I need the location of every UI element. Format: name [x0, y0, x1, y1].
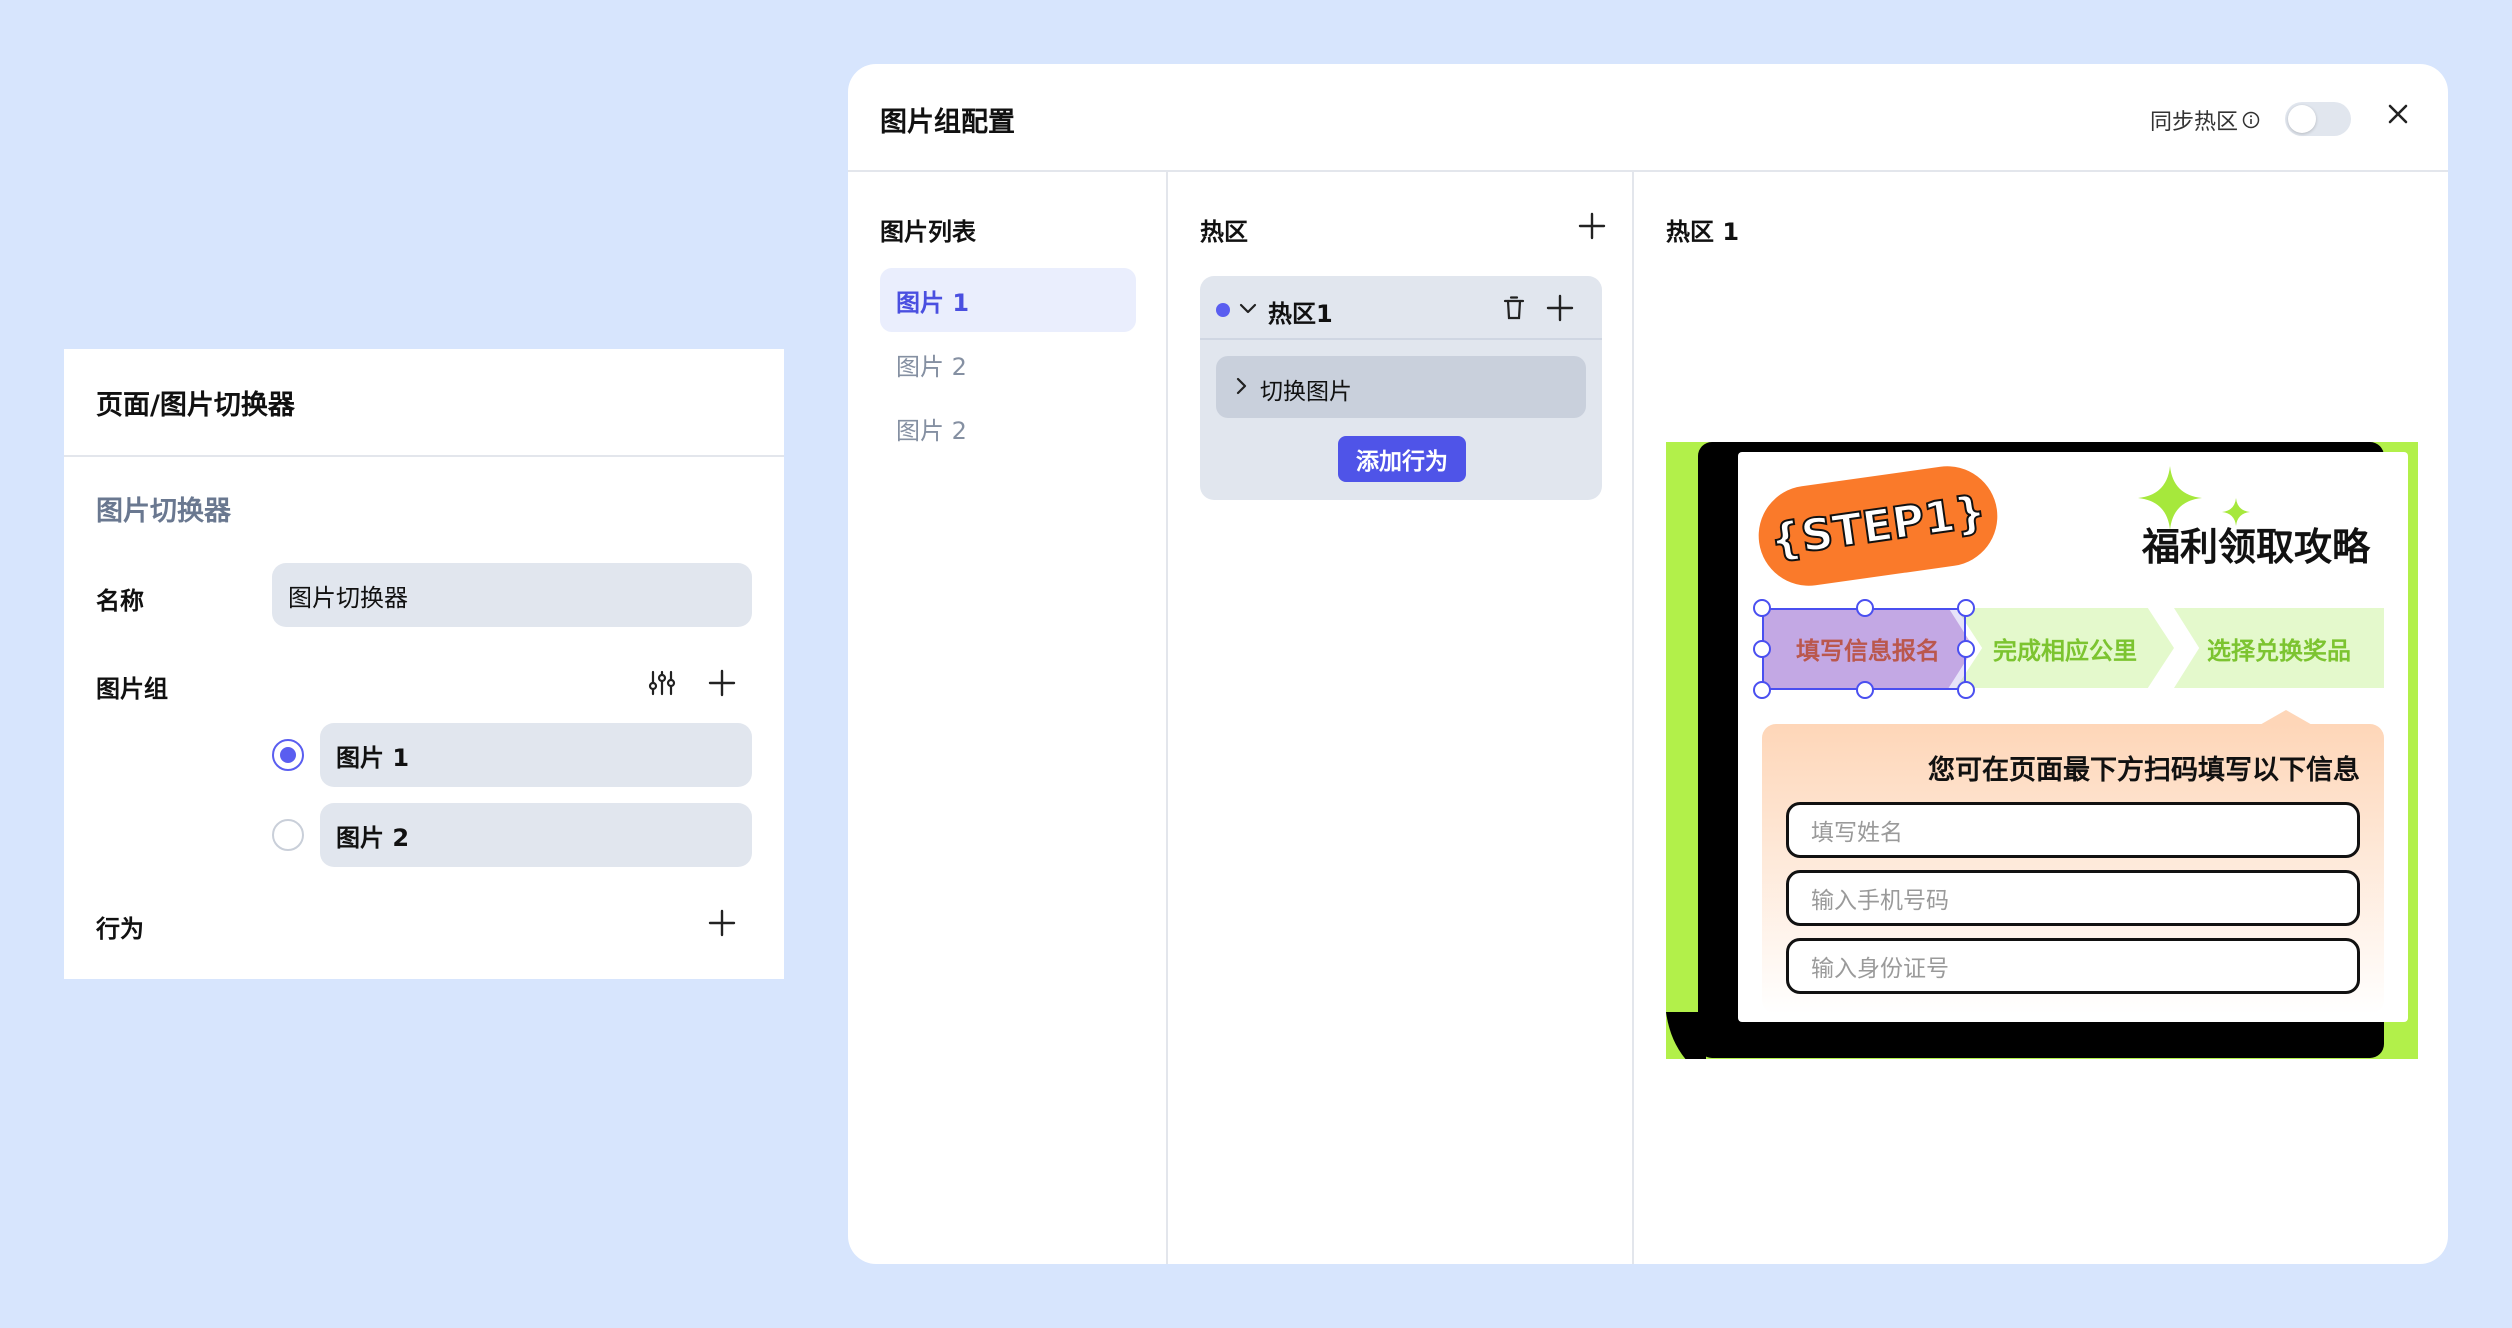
resize-handle[interactable] — [1753, 681, 1771, 699]
image-list-item[interactable]: 图片 1 — [880, 268, 1136, 332]
hotzone-row[interactable]: 热区1 — [1200, 276, 1602, 340]
panel-title: 页面/图片切换器 — [96, 389, 295, 421]
resize-handle[interactable] — [1856, 681, 1874, 699]
hotzone-detail-column: 热区 1 {STEP1} 福利领取攻略 填写信息报名 完成相应公里 选择兑换奖品 — [1634, 172, 2448, 1264]
resize-handle[interactable] — [1957, 640, 1975, 658]
name-label: 名称 — [96, 587, 144, 615]
image-1-item[interactable]: 图片 1 — [320, 723, 752, 787]
image-1-radio[interactable] — [272, 739, 304, 771]
sync-hotzone-label: 同步热区 — [2150, 104, 2260, 136]
image-2-item[interactable]: 图片 2 — [320, 803, 752, 867]
settings-sliders-icon[interactable] — [642, 663, 682, 703]
image-group-label: 图片组 — [96, 675, 168, 703]
add-behavior-icon[interactable] — [702, 903, 742, 943]
hotzone-title: 热区 — [1200, 218, 1248, 246]
sync-hotzone-text: 同步热区 — [2150, 110, 2239, 135]
step-badge-text: {STEP1} — [1766, 485, 1990, 568]
action-item[interactable]: 切换图片 — [1216, 356, 1586, 418]
image-list-item[interactable]: 图片 2 — [880, 396, 1136, 460]
action-label: 切换图片 — [1260, 379, 1352, 405]
hotzone-card: 热区1 切换图片 添加行为 — [1200, 276, 1602, 500]
phone-field: 输入手机号码 — [1786, 870, 2360, 926]
chevron-down-icon[interactable] — [1236, 296, 1260, 320]
form-pointer — [2258, 710, 2314, 726]
promo-card: {STEP1} 福利领取攻略 填写信息报名 完成相应公里 选择兑换奖品 您可在页… — [1738, 452, 2408, 1022]
dialog-title: 图片组配置 — [880, 107, 1015, 138]
dialog-header: 图片组配置 同步热区 — [848, 64, 2448, 172]
image-list-column: 图片列表 图片 1 图片 2 图片 2 — [848, 172, 1168, 1264]
resize-handle[interactable] — [1753, 640, 1771, 658]
chevron-right-icon[interactable] — [1230, 375, 1252, 397]
trash-icon[interactable] — [1500, 294, 1528, 322]
sync-hotzone-toggle[interactable] — [2285, 102, 2351, 136]
section-title: 图片切换器 — [96, 496, 231, 527]
image-2-radio[interactable] — [272, 819, 304, 851]
step-badge: {STEP1} — [1752, 459, 2004, 593]
info-form: 您可在页面最下方扫码填写以下信息 填写姓名 输入手机号码 输入身份证号 — [1762, 710, 2384, 1014]
hotzone-column: 热区 热区1 切换图片 添加行为 — [1168, 172, 1634, 1264]
name-input[interactable]: 图片切换器 — [272, 563, 752, 627]
resize-handle[interactable] — [1957, 681, 1975, 699]
close-icon[interactable] — [2382, 98, 2414, 134]
image-list-item[interactable]: 图片 2 — [880, 332, 1136, 396]
resize-handle[interactable] — [1753, 599, 1771, 617]
add-image-icon[interactable] — [702, 663, 742, 703]
property-panel: 页面/图片切换器 图片切换器 名称 图片切换器 图片组 图片 1 图片 2 行为 — [64, 349, 784, 979]
image-group-config-dialog: 图片组配置 同步热区 图片列表 图片 1 图片 2 图片 2 热区 热区1 切换… — [848, 64, 2448, 1264]
image-list-title: 图片列表 — [880, 218, 976, 246]
preview-image[interactable]: {STEP1} 福利领取攻略 填写信息报名 完成相应公里 选择兑换奖品 您可在页… — [1666, 442, 2418, 1059]
promo-headline: 福利领取攻略 — [2142, 525, 2371, 569]
add-action-button[interactable]: 添加行为 — [1338, 436, 1466, 482]
id-number-field: 输入身份证号 — [1786, 938, 2360, 994]
info-icon — [2242, 111, 2260, 129]
phone-frame: {STEP1} 福利领取攻略 填写信息报名 完成相应公里 选择兑换奖品 您可在页… — [1698, 442, 2408, 1058]
add-hotzone-icon[interactable] — [1572, 206, 1612, 246]
hotzone-name: 热区1 — [1268, 300, 1333, 328]
step-item: 选择兑换奖品 — [2174, 608, 2384, 688]
behavior-label: 行为 — [96, 915, 144, 943]
hotzone-detail-title: 热区 1 — [1666, 218, 1740, 246]
hotspot-selection[interactable] — [1753, 599, 1975, 699]
add-action-icon[interactable] — [1546, 294, 1574, 322]
resize-handle[interactable] — [1856, 599, 1874, 617]
form-title: 您可在页面最下方扫码填写以下信息 — [1928, 755, 2360, 786]
panel-header: 页面/图片切换器 — [64, 349, 784, 457]
name-field: 填写姓名 — [1786, 802, 2360, 858]
step-item: 完成相应公里 — [1956, 608, 2174, 688]
hotzone-color-dot — [1216, 303, 1230, 317]
resize-handle[interactable] — [1957, 599, 1975, 617]
